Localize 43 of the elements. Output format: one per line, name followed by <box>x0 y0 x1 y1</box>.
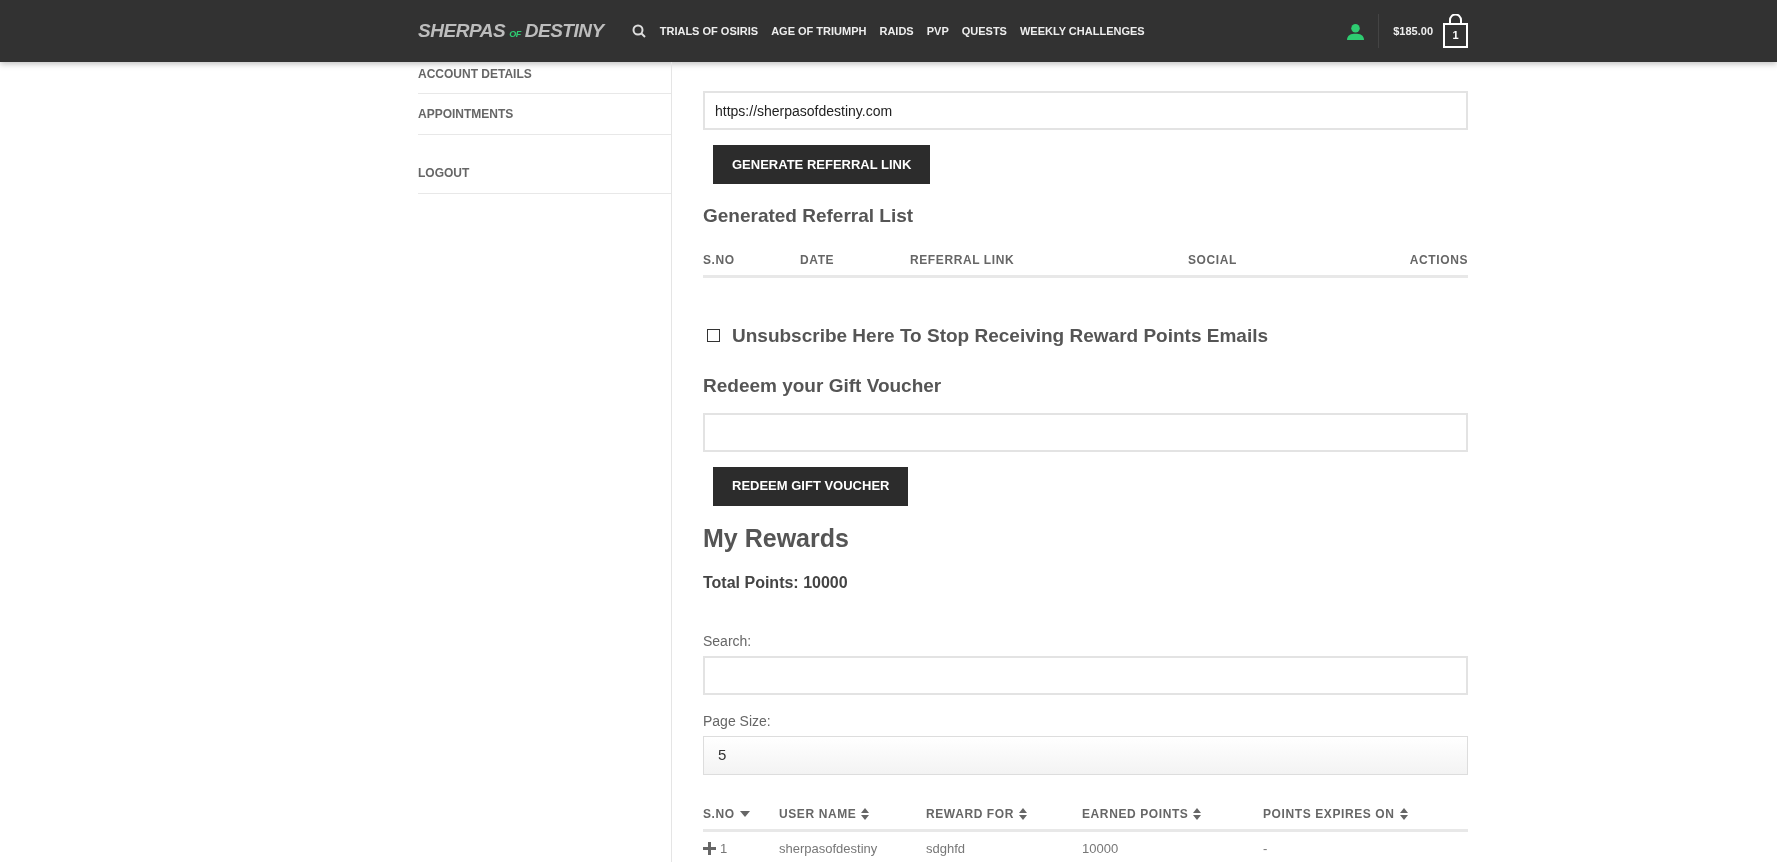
field-label: Page Size: <box>703 712 772 731</box>
nav-link[interactable]: QUESTS <box>961 22 1007 40</box>
cart-total[interactable]: $185.00 <box>1393 22 1433 40</box>
sortable-column-header[interactable]: USER NAME <box>779 805 870 823</box>
cart-count: 1 <box>1451 28 1460 42</box>
column-header: ACTIONS <box>1409 252 1468 267</box>
nav-link[interactable]: TRIALS OF OSIRIS <box>659 22 759 40</box>
page-size-select[interactable]: 5 <box>703 736 1468 775</box>
column-header: SOCIAL <box>1188 252 1237 267</box>
table-cell-text: sherpasofdestiny <box>779 839 878 858</box>
user-icon[interactable] <box>1347 22 1365 40</box>
unsubscribe-checkbox[interactable] <box>707 329 720 343</box>
column-header: S.NO <box>703 252 735 267</box>
checkbox-label: Unsubscribe Here To Stop Receiving Reward Points Emails <box>732 323 1268 348</box>
sortable-column-header[interactable]: S.NO <box>703 805 750 823</box>
plus-icon[interactable] <box>703 842 716 855</box>
column-header: DATE <box>800 252 835 267</box>
column-header: REFERRAL LINK <box>910 252 1015 267</box>
table-cell-text: 10000 <box>1082 839 1119 858</box>
section-title: Redeem your Gift Voucher <box>703 374 943 398</box>
nav-link[interactable]: PVP <box>926 22 949 40</box>
sortable-column-header[interactable]: REWARD FOR <box>926 805 1027 823</box>
total-points: Total Points: 10000 <box>703 573 849 593</box>
redeem-voucher-button[interactable]: REDEEM GIFT VOUCHER <box>713 466 909 506</box>
logo[interactable]: SHERPAS OF DESTINY <box>418 16 604 46</box>
sidebar-link[interactable]: APPOINTMENTS <box>418 94 671 134</box>
nav-link[interactable]: AGE OF TRIUMPH <box>771 22 867 40</box>
table-cell-text: sdghfd <box>926 839 966 858</box>
sortable-column-header[interactable]: POINTS EXPIRES ON <box>1263 805 1408 823</box>
search-icon[interactable] <box>631 24 646 38</box>
section-title: Generated Referral List <box>703 204 915 228</box>
shopping-bag-icon[interactable] <box>1443 14 1468 48</box>
nav-link[interactable]: WEEKLY CHALLENGES <box>1019 22 1145 40</box>
table-cell-text: 1 <box>720 839 728 858</box>
field-label: Search: <box>703 632 753 651</box>
sortable-column-header[interactable]: EARNED POINTS <box>1082 805 1202 823</box>
sidebar-link[interactable]: LOGOUT <box>418 153 671 193</box>
generate-referral-button[interactable]: GENERATE REFERRAL LINK <box>713 145 931 184</box>
table-cell-text: - <box>1263 839 1268 858</box>
nav-link[interactable]: RAIDS <box>879 22 914 40</box>
rewards-title: My Rewards <box>703 522 850 554</box>
referral-link-field[interactable]: https://sherpasofdestiny.com <box>703 91 1468 130</box>
sidebar-link[interactable]: ACCOUNT DETAILS <box>418 62 671 93</box>
